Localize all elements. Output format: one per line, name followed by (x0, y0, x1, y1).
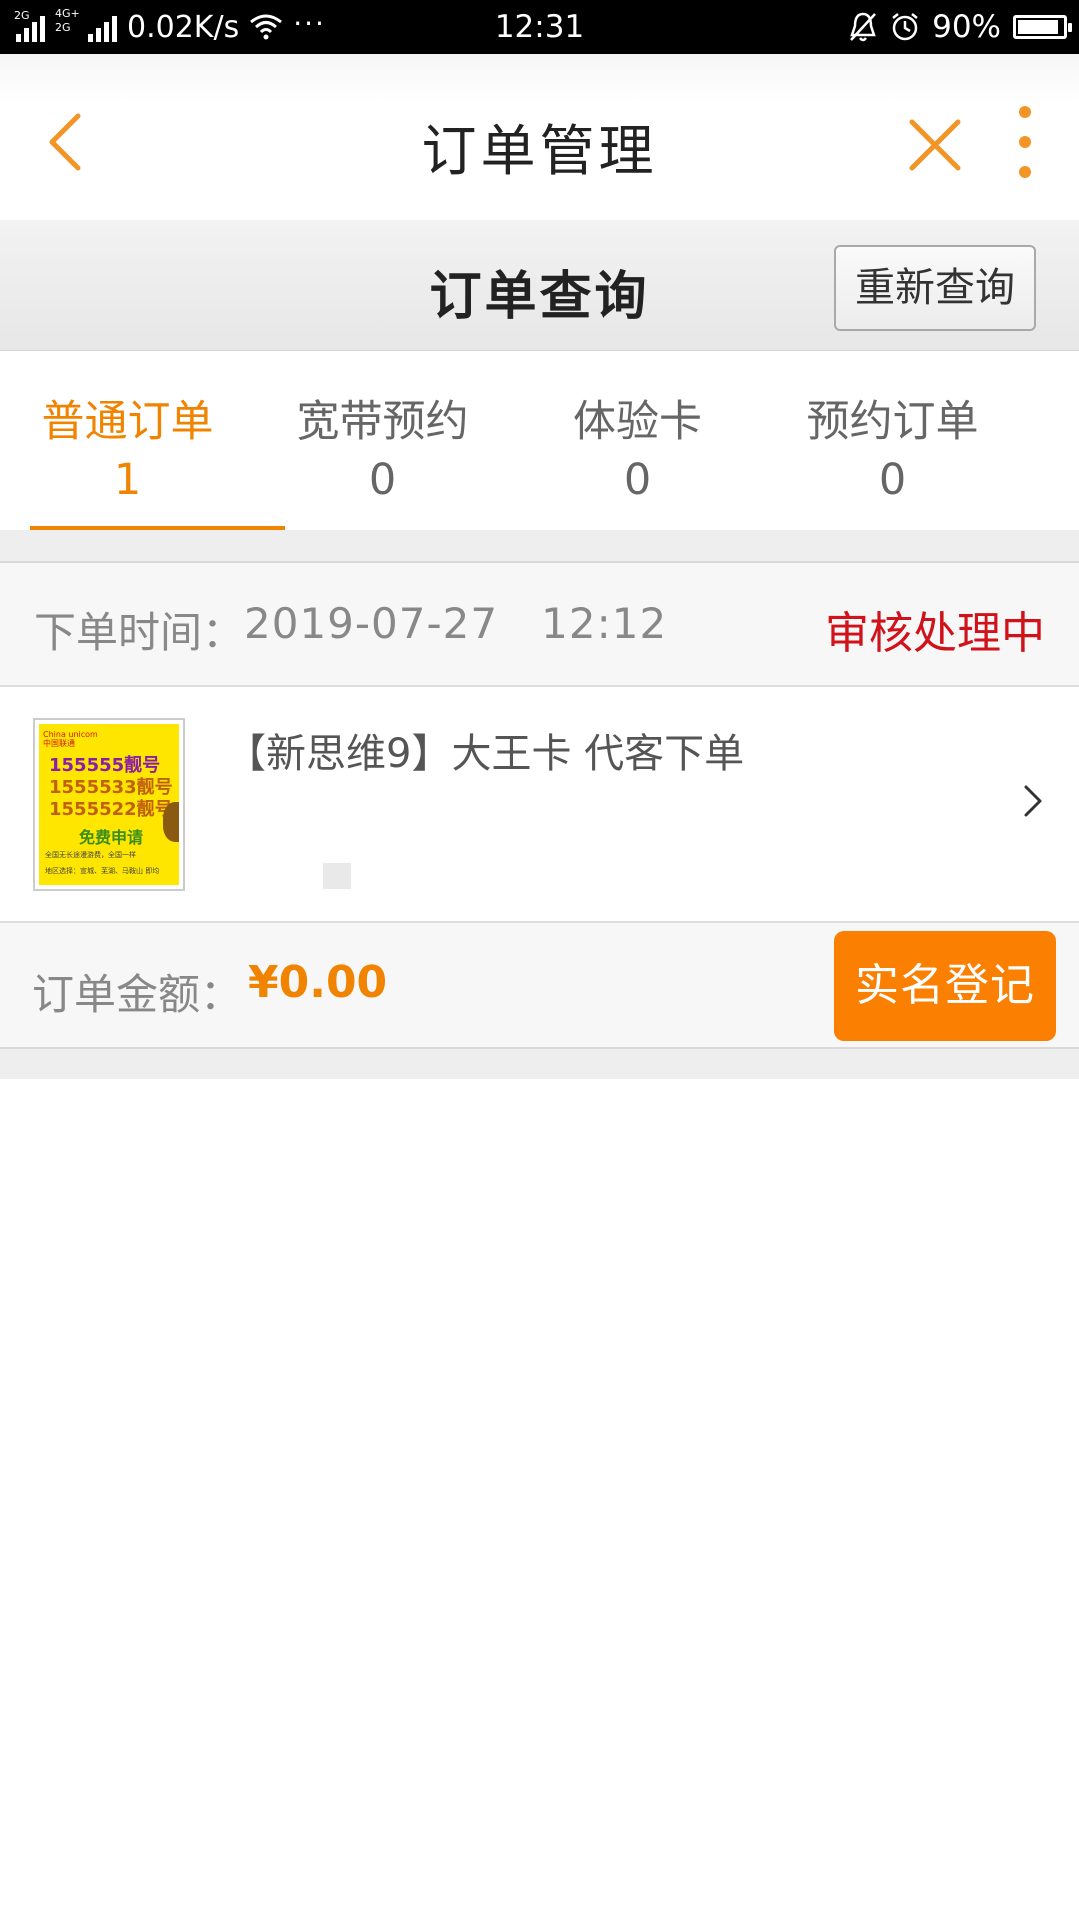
tab-trial-card[interactable]: 体验卡 0 (510, 351, 765, 530)
product-thumbnail: China unicom中国联通 155555靓号 1555533靓号 1555… (33, 718, 185, 891)
status-bar-right: 90% (848, 0, 1072, 54)
image-placeholder (323, 863, 351, 889)
battery-icon (1013, 15, 1072, 39)
order-status-badge: 审核处理中 (825, 608, 1045, 659)
close-icon[interactable] (900, 110, 970, 180)
tab-count: 0 (878, 455, 907, 505)
thumb-note-2: 地区选择：宣城、芜湖、马鞍山 即均 (45, 867, 160, 875)
nav-bar: 订单管理 (0, 54, 1079, 221)
thumb-free: 免费申请 (79, 828, 144, 847)
order-card-header: 下单时间： 2019-07-27 12:12 审核处理中 (0, 563, 1079, 687)
order-amount-label: 订单金额： (32, 970, 243, 1019)
thumb-note-1: 全国无长途漫游费，全国一样 (45, 851, 136, 859)
requery-button[interactable]: 重新查询 (834, 245, 1036, 331)
tab-count: 1 (113, 455, 142, 505)
order-item-row[interactable]: China unicom中国联通 155555靓号 1555533靓号 1555… (0, 687, 1079, 923)
product-title: 【新思维9】大王卡 代客下单 (226, 731, 745, 777)
thumb-line-2: 1555533靓号 (49, 777, 173, 798)
tab-label: 宽带预约 (296, 397, 469, 447)
tab-normal-orders[interactable]: 普通订单 1 (0, 351, 285, 530)
status-bar: 2G 4G+ 2G 0.02K/s ··· 12:31 90% (0, 0, 1079, 54)
alarm-icon (892, 13, 918, 41)
thumb-line-1: 155555靓号 (49, 755, 161, 776)
tab-count: 0 (368, 455, 397, 505)
bell-muted-icon (850, 12, 877, 42)
tab-count: 0 (623, 455, 652, 505)
thumb-line-3: 1555522靓号 (49, 799, 173, 820)
query-header: 订单查询 重新查询 (0, 220, 1079, 351)
battery-percent: 90% (932, 9, 1001, 45)
chevron-right-icon[interactable] (1022, 781, 1046, 821)
section-divider (0, 530, 1079, 563)
thumb-brand: China unicom中国联通 (43, 730, 98, 748)
order-card-footer: 订单金额： ¥0.00 实名登记 (0, 923, 1079, 1049)
more-menu-icon[interactable] (1005, 102, 1045, 182)
order-time-value: 2019-07-27 12:12 (244, 599, 668, 648)
tab-label: 预约订单 (806, 397, 979, 447)
tab-label: 体验卡 (573, 397, 702, 447)
order-amount-value: ¥0.00 (248, 957, 388, 1008)
battery-level (1018, 20, 1058, 34)
section-divider-bottom (0, 1049, 1079, 1079)
order-time-label: 下单时间： (34, 608, 245, 657)
real-name-register-button[interactable]: 实名登记 (834, 931, 1056, 1041)
tab-label: 普通订单 (41, 397, 214, 447)
tab-broadband-booking[interactable]: 宽带预约 0 (255, 351, 510, 530)
order-tabs: 普通订单 1 宽带预约 0 体验卡 0 预约订单 0 (0, 351, 1079, 530)
thumb-decoration (163, 802, 179, 842)
tab-reserved-orders[interactable]: 预约订单 0 (765, 351, 1020, 530)
